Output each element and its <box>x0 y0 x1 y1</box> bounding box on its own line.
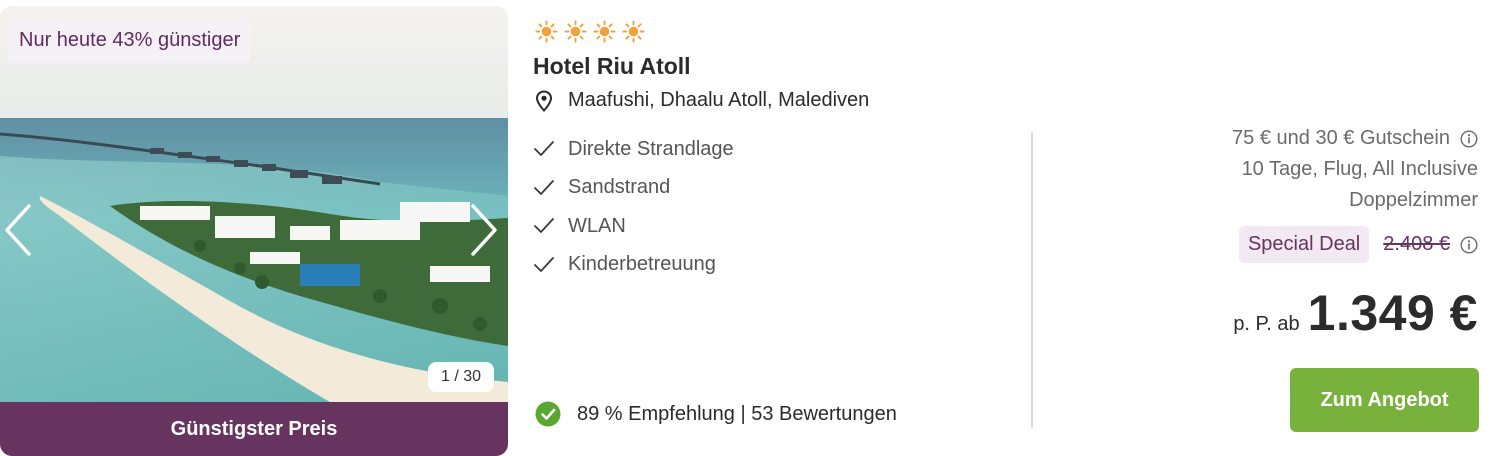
price-prefix: p. P. ab <box>1233 313 1300 335</box>
previous-image-button[interactable] <box>0 202 36 258</box>
feature-item: Direkte Strandlage <box>533 130 734 169</box>
price-row: p. P. ab 1.349 € <box>1233 284 1478 342</box>
map-pin-icon <box>535 89 553 112</box>
sun-icon <box>622 20 645 43</box>
checkmark-icon <box>534 179 554 195</box>
hotel-location: Maafushi, Dhaalu Atoll, Malediven <box>535 89 869 112</box>
sun-icon <box>593 20 616 43</box>
voucher-text: 75 € und 30 € Gutschein <box>1232 127 1450 149</box>
hotel-photo[interactable] <box>0 6 508 402</box>
rating-text: 89 % Empfehlung | 53 Bewertungen <box>577 402 897 425</box>
column-divider <box>1031 132 1033 428</box>
special-deal-badge: Special Deal <box>1238 226 1370 263</box>
info-icon[interactable] <box>1460 129 1478 148</box>
deal-row: Special Deal 2.408 € <box>1238 226 1478 263</box>
voucher-info: 75 € und 30 € Gutschein <box>1232 127 1478 150</box>
checkmark-icon <box>534 218 554 234</box>
chevron-left-icon <box>5 204 31 256</box>
check-circle-icon <box>535 401 561 427</box>
feature-label: Direkte Strandlage <box>568 137 734 160</box>
checkmark-icon <box>534 141 554 157</box>
location-text: Maafushi, Dhaalu Atoll, Malediven <box>568 89 870 111</box>
price-value: 1.349 € <box>1307 285 1478 341</box>
room-type: Doppelzimmer <box>1349 189 1478 211</box>
sun-icon <box>535 20 558 43</box>
original-price: 2.408 € <box>1383 233 1450 255</box>
info-icon[interactable] <box>1460 235 1478 254</box>
discount-badge: Nur heute 43% günstiger <box>8 18 252 63</box>
next-image-button[interactable] <box>466 202 502 258</box>
trip-details: 10 Tage, Flug, All Inclusive <box>1241 158 1478 180</box>
hotel-rating-stars <box>535 20 645 43</box>
cheapest-price-banner: Günstigster Preis <box>0 402 508 456</box>
sun-icon <box>564 20 587 43</box>
feature-label: WLAN <box>568 214 626 237</box>
feature-item: WLAN <box>533 207 734 246</box>
feature-item: Sandstrand <box>533 169 734 208</box>
recommendation-rating[interactable]: 89 % Empfehlung | 53 Bewertungen <box>535 401 897 427</box>
feature-label: Sandstrand <box>568 176 671 199</box>
offer-button[interactable]: Zum Angebot <box>1290 368 1479 432</box>
hotel-image-gallery[interactable]: Nur heute 43% günstiger 1 / 30 Günstigst… <box>0 6 508 456</box>
feature-item: Kinderbetreuung <box>533 246 734 285</box>
feature-label: Kinderbetreuung <box>568 253 716 276</box>
feature-list: Direkte Strandlage Sandstrand WLAN Kinde… <box>533 130 734 284</box>
chevron-right-icon <box>471 204 497 256</box>
checkmark-icon <box>534 256 554 272</box>
hotel-name[interactable]: Hotel Riu Atoll <box>533 53 691 80</box>
image-counter: 1 / 30 <box>428 362 494 392</box>
